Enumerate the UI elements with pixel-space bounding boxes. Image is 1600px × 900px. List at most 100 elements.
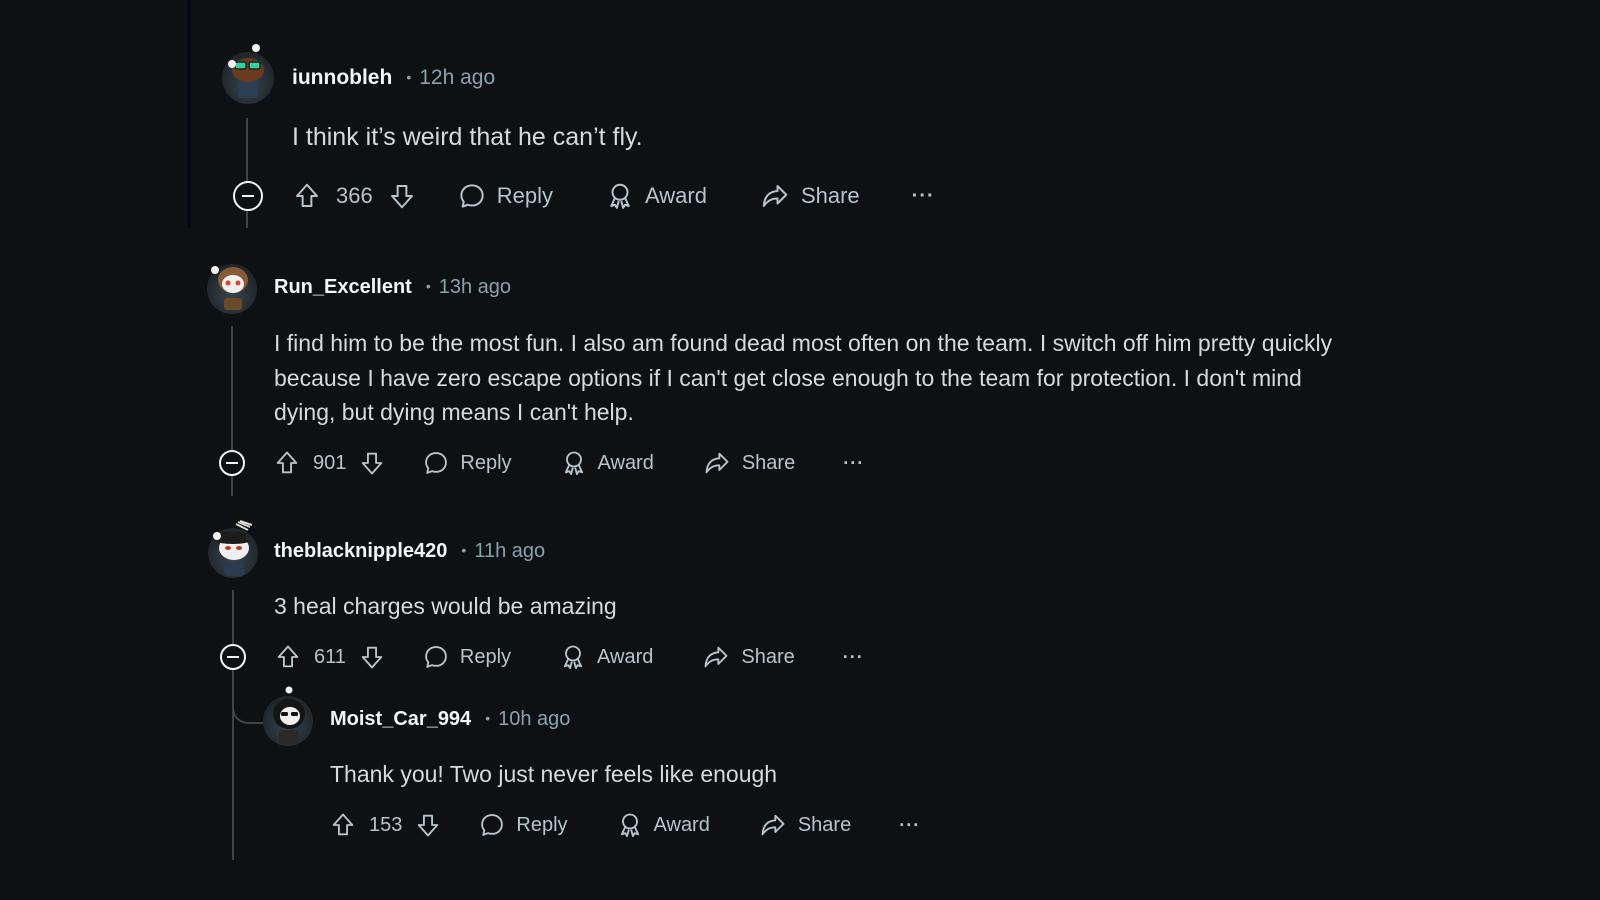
comment-meta: Run_Excellent • 13h ago <box>274 276 511 299</box>
share-arrow-icon <box>704 646 728 668</box>
timestamp[interactable]: 13h ago <box>439 276 511 299</box>
snoo-avatar-icon <box>273 686 305 744</box>
parent-thread-line[interactable] <box>187 0 191 228</box>
comment-body: 3 heal charges would be amazing <box>274 593 617 619</box>
share-button[interactable]: Share <box>758 811 851 839</box>
comment-meta: iunnobleh • 12h ago <box>292 66 495 90</box>
avatar[interactable] <box>207 264 257 314</box>
award-ribbon-icon <box>610 183 630 209</box>
upvote-arrow-icon <box>296 183 318 207</box>
comment-body: Thank you! Two just never feels like eno… <box>330 761 778 787</box>
meta-separator: • <box>406 69 412 85</box>
award-ribbon-icon <box>563 645 583 670</box>
more-options-button[interactable]: ··· <box>843 453 864 474</box>
meta-separator: • <box>425 278 431 294</box>
thread-line[interactable] <box>246 118 248 228</box>
collapse-button[interactable] <box>220 644 246 670</box>
share-label: Share <box>741 645 795 668</box>
snoo-avatar-icon <box>213 520 253 576</box>
speech-bubble-icon <box>460 184 484 208</box>
avatar[interactable] <box>263 686 313 746</box>
award-button[interactable]: Award <box>605 181 707 211</box>
comment-body: I think it’s weird that he can’t fly. <box>292 123 643 151</box>
reply-button[interactable]: Reply <box>422 449 512 477</box>
collapse-button[interactable] <box>219 450 245 476</box>
award-label: Award <box>597 451 654 474</box>
reply-label: Reply <box>460 451 512 474</box>
downvote-button[interactable] <box>358 643 386 671</box>
username[interactable]: iunnobleh <box>292 66 392 90</box>
username[interactable]: Moist_Car_994 <box>330 708 471 731</box>
share-label: Share <box>800 183 860 208</box>
award-label: Award <box>653 813 710 836</box>
comment-thread: iunnobleh • 12h ago I think it’s weird t… <box>0 0 1600 900</box>
downvote-button[interactable] <box>387 181 417 211</box>
reply-label: Reply <box>496 183 553 208</box>
downvote-arrow-icon <box>361 646 383 669</box>
downvote-arrow-icon <box>362 452 383 475</box>
downvote-button[interactable] <box>414 811 442 839</box>
vote-score: 153 <box>369 813 403 836</box>
reply-label: Reply <box>459 645 512 668</box>
share-arrow-icon <box>705 452 729 474</box>
award-button[interactable]: Award <box>616 811 710 839</box>
minus-icon <box>227 656 239 658</box>
upvote-button[interactable] <box>292 181 322 211</box>
share-arrow-icon <box>761 814 785 836</box>
vote-score: 901 <box>313 451 347 474</box>
avatar[interactable] <box>208 520 258 578</box>
reply-button[interactable]: Reply <box>478 811 568 839</box>
award-button[interactable]: Award <box>560 449 654 477</box>
comment-meta: theblacknipple420 • 11h ago <box>274 540 545 563</box>
minus-icon <box>226 462 238 464</box>
meta-separator: • <box>485 710 491 726</box>
thread-line[interactable] <box>232 590 234 860</box>
more-options-button[interactable]: ··· <box>843 647 864 668</box>
more-options-button[interactable]: ··· <box>912 185 935 208</box>
award-label: Award <box>597 645 654 668</box>
downvote-button[interactable] <box>358 449 386 477</box>
timestamp[interactable]: 12h ago <box>419 66 495 90</box>
vote-score: 611 <box>314 645 346 668</box>
timestamp[interactable]: 11h ago <box>474 540 545 563</box>
avatar[interactable] <box>222 44 274 104</box>
upvote-arrow-icon <box>276 451 298 474</box>
upvote-arrow-icon <box>332 813 354 836</box>
timestamp[interactable]: 10h ago <box>498 708 570 731</box>
share-button[interactable]: Share <box>701 643 795 671</box>
snoo-avatar-icon <box>211 266 248 310</box>
award-ribbon-icon <box>564 451 583 476</box>
comment-meta: Moist_Car_994 • 10h ago <box>330 708 570 731</box>
reply-label: Reply <box>516 813 568 836</box>
share-arrow-icon <box>762 185 788 207</box>
comment-body: I find him to be the most fun. I also am… <box>274 330 1333 425</box>
share-button[interactable]: Share <box>702 449 795 477</box>
award-label: Award <box>644 183 707 208</box>
downvote-arrow-icon <box>390 185 413 209</box>
reply-button[interactable]: Reply <box>457 181 553 211</box>
collapse-button[interactable] <box>233 181 263 211</box>
speech-bubble-icon <box>481 814 504 836</box>
reply-connector-line <box>232 690 266 724</box>
downvote-arrow-icon <box>418 814 439 837</box>
snoo-avatar-icon <box>228 44 264 98</box>
vote-score: 366 <box>336 183 373 208</box>
comment-actions: 901 Reply Award Share ··· <box>273 443 864 483</box>
upvote-button[interactable] <box>273 449 301 477</box>
more-options-button[interactable]: ··· <box>899 815 920 836</box>
comment-actions: 153 Reply Award Share ··· <box>329 805 920 845</box>
username[interactable]: theblacknipple420 <box>274 540 447 563</box>
share-label: Share <box>797 813 852 836</box>
reply-button[interactable]: Reply <box>422 643 511 671</box>
upvote-arrow-icon <box>277 645 299 668</box>
award-button[interactable]: Award <box>559 643 653 671</box>
share-label: Share <box>741 451 796 474</box>
share-button[interactable]: Share <box>759 181 860 211</box>
username[interactable]: Run_Excellent <box>274 276 412 299</box>
speech-bubble-icon <box>425 646 447 668</box>
upvote-button[interactable] <box>329 811 357 839</box>
comment-actions: 366 Reply Award Share ··· <box>292 176 935 216</box>
comment-actions: 611 Reply Award Share ··· <box>274 637 864 677</box>
upvote-button[interactable] <box>274 643 302 671</box>
award-ribbon-icon <box>620 813 639 838</box>
